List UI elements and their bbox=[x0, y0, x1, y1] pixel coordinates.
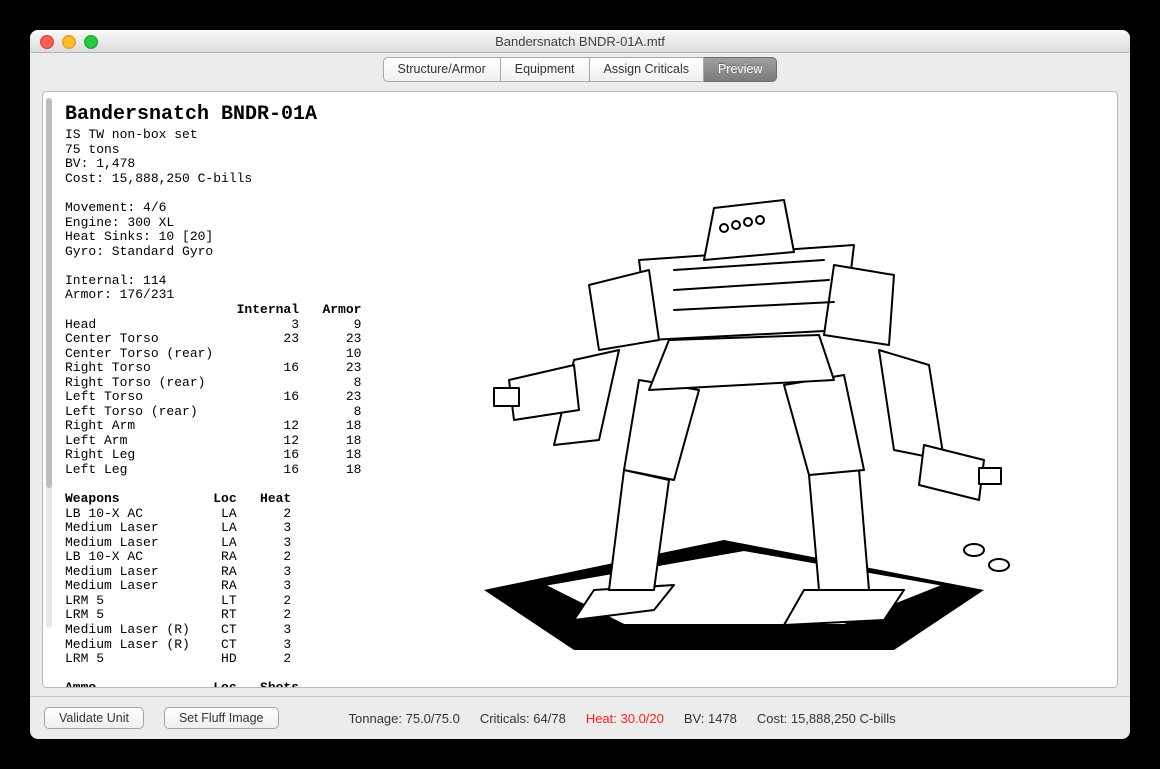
scrollbar-thumb[interactable] bbox=[46, 98, 52, 488]
armor-row: Head 3 9 bbox=[65, 317, 361, 332]
status-criticals: Criticals: 64/78 bbox=[480, 711, 566, 726]
structure-line: Internal: 114 bbox=[65, 273, 166, 288]
weapon-row: LB 10-X AC LA 2 bbox=[65, 506, 291, 521]
armor-row: Left Torso (rear) 8 bbox=[65, 404, 361, 419]
stats-line: Movement: 4/6 bbox=[65, 200, 166, 215]
stats-line: Gyro: Standard Gyro bbox=[65, 244, 213, 259]
weapon-row: Medium Laser (R) CT 3 bbox=[65, 637, 291, 652]
weapon-row: LB 10-X AC RA 2 bbox=[65, 549, 291, 564]
armor-row: Left Leg 16 18 bbox=[65, 462, 361, 477]
weapon-row: Medium Laser RA 3 bbox=[65, 564, 291, 579]
minimize-icon[interactable] bbox=[62, 35, 76, 49]
tab-structure-armor[interactable]: Structure/Armor bbox=[383, 57, 501, 82]
preview-pane: Bandersnatch BNDR-01AIS TW non-box set 7… bbox=[42, 91, 1118, 688]
record-sheet-text: Bandersnatch BNDR-01AIS TW non-box set 7… bbox=[43, 92, 371, 687]
titlebar: Bandersnatch BNDR-01A.mtf bbox=[30, 30, 1130, 53]
ammo-header: Ammo Loc Shots bbox=[65, 680, 299, 688]
stats-line: Engine: 300 XL bbox=[65, 215, 174, 230]
unit-name: Bandersnatch BNDR-01A bbox=[65, 104, 361, 126]
tab-equipment[interactable]: Equipment bbox=[501, 57, 590, 82]
status-tonnage: Tonnage: 75.0/75.0 bbox=[349, 711, 460, 726]
app-window: Bandersnatch BNDR-01A.mtf Structure/Armo… bbox=[30, 30, 1130, 739]
tab-preview[interactable]: Preview bbox=[704, 57, 777, 82]
mech-illustration bbox=[371, 92, 1117, 687]
armor-row: Right Arm 12 18 bbox=[65, 418, 361, 433]
armor-row: Right Torso 16 23 bbox=[65, 360, 361, 375]
tab-bar: Structure/Armor Equipment Assign Critica… bbox=[30, 53, 1130, 87]
status-bv: BV: 1478 bbox=[684, 711, 737, 726]
window-title: Bandersnatch BNDR-01A.mtf bbox=[30, 34, 1130, 49]
summary-line: IS TW non-box set bbox=[65, 127, 198, 142]
stats-line: Heat Sinks: 10 [20] bbox=[65, 229, 213, 244]
summary-line: 75 tons bbox=[65, 142, 120, 157]
structure-line: Armor: 176/231 bbox=[65, 287, 174, 302]
armor-row: Left Arm 12 18 bbox=[65, 433, 361, 448]
status-bar: Validate Unit Set Fluff Image Tonnage: 7… bbox=[30, 696, 1130, 739]
status-heat: Heat: 30.0/20 bbox=[586, 711, 664, 726]
weapon-row: LRM 5 LT 2 bbox=[65, 593, 291, 608]
armor-row: Right Leg 16 18 bbox=[65, 447, 361, 462]
weapon-row: Medium Laser (R) CT 3 bbox=[65, 622, 291, 637]
weapons-header: Weapons Loc Heat bbox=[65, 491, 291, 506]
weapon-row: LRM 5 RT 2 bbox=[65, 607, 291, 622]
armor-row: Right Torso (rear) 8 bbox=[65, 375, 361, 390]
window-controls bbox=[40, 35, 98, 49]
armor-row: Center Torso 23 23 bbox=[65, 331, 361, 346]
summary-line: BV: 1,478 bbox=[65, 156, 135, 171]
zoom-icon[interactable] bbox=[84, 35, 98, 49]
validate-unit-button[interactable]: Validate Unit bbox=[44, 707, 144, 729]
set-fluff-image-button[interactable]: Set Fluff Image bbox=[164, 707, 279, 729]
summary-line: Cost: 15,888,250 C-bills bbox=[65, 171, 252, 186]
armor-header: Internal Armor bbox=[65, 302, 361, 317]
weapon-row: LRM 5 HD 2 bbox=[65, 651, 291, 666]
weapon-row: Medium Laser LA 3 bbox=[65, 535, 291, 550]
status-cost: Cost: 15,888,250 C-bills bbox=[757, 711, 896, 726]
armor-row: Left Torso 16 23 bbox=[65, 389, 361, 404]
weapon-row: Medium Laser LA 3 bbox=[65, 520, 291, 535]
mech-drawing-svg bbox=[424, 120, 1044, 660]
weapon-row: Medium Laser RA 3 bbox=[65, 578, 291, 593]
armor-row: Center Torso (rear) 10 bbox=[65, 346, 361, 361]
close-icon[interactable] bbox=[40, 35, 54, 49]
tab-assign-criticals[interactable]: Assign Criticals bbox=[590, 57, 704, 82]
